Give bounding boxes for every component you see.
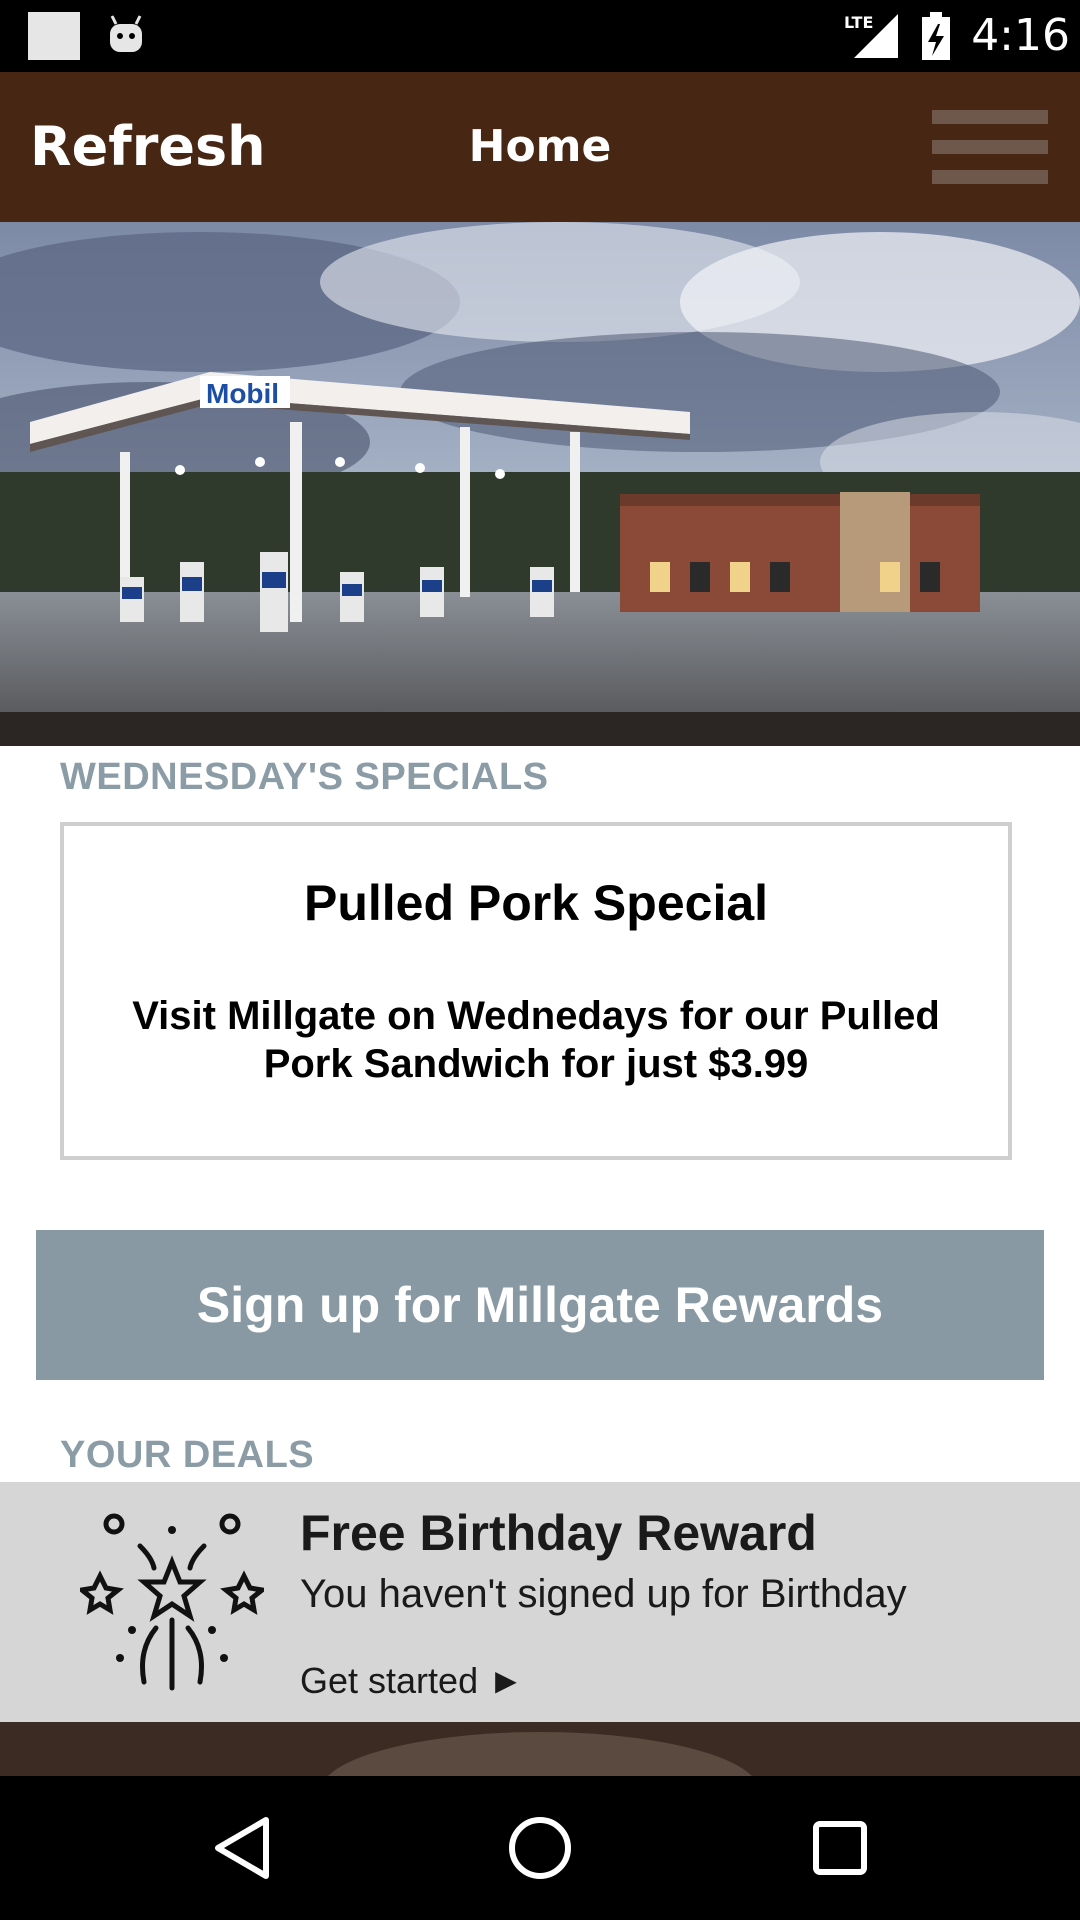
app-bar: Refresh Home bbox=[0, 72, 1080, 222]
rewards-signup-button[interactable]: Sign up for Millgate Rewards bbox=[36, 1230, 1044, 1380]
deal-card[interactable]: Free Birthday Reward You haven't signed … bbox=[0, 1482, 1080, 1722]
android-debug-icon bbox=[110, 15, 142, 52]
special-title: Pulled Pork Special bbox=[303, 875, 769, 931]
notification-square-icon bbox=[28, 12, 80, 60]
svg-text:LTE: LTE bbox=[844, 13, 873, 32]
fireworks-icon bbox=[80, 1513, 264, 1691]
next-deal-card-peek bbox=[0, 1722, 1080, 1776]
status-bar: LTE 4:16 bbox=[0, 0, 1080, 72]
battery-charging-icon bbox=[922, 12, 950, 60]
special-description: Visit Millgate on Wednedays for our Pull… bbox=[132, 994, 940, 1086]
home-circle-icon[interactable] bbox=[504, 1812, 576, 1884]
deals-section-title: YOUR DEALS bbox=[60, 1434, 315, 1476]
recents-square-icon[interactable] bbox=[804, 1812, 876, 1884]
special-card[interactable]: Pulled Pork Special Visit Millgate on We… bbox=[60, 822, 1012, 1160]
specials-section-title: WEDNESDAY'S SPECIALS bbox=[60, 756, 549, 798]
hamburger-menu-icon[interactable] bbox=[932, 110, 1048, 184]
get-started-link[interactable]: Get started ► bbox=[300, 1660, 524, 1702]
deal-title: Free Birthday Reward bbox=[300, 1505, 817, 1561]
clock: 4:16 bbox=[971, 10, 1070, 61]
lte-signal-icon: LTE bbox=[844, 13, 898, 58]
system-navigation-bar bbox=[0, 1776, 1080, 1920]
page-title: Home bbox=[468, 121, 612, 172]
hero-gas-station-image: Mobil bbox=[0, 222, 1080, 746]
deal-description: You haven't signed up for Birthday bbox=[300, 1572, 907, 1616]
svg-text:Mobil: Mobil bbox=[206, 378, 279, 409]
refresh-button[interactable]: Refresh bbox=[30, 110, 266, 184]
back-triangle-icon[interactable] bbox=[206, 1812, 278, 1884]
